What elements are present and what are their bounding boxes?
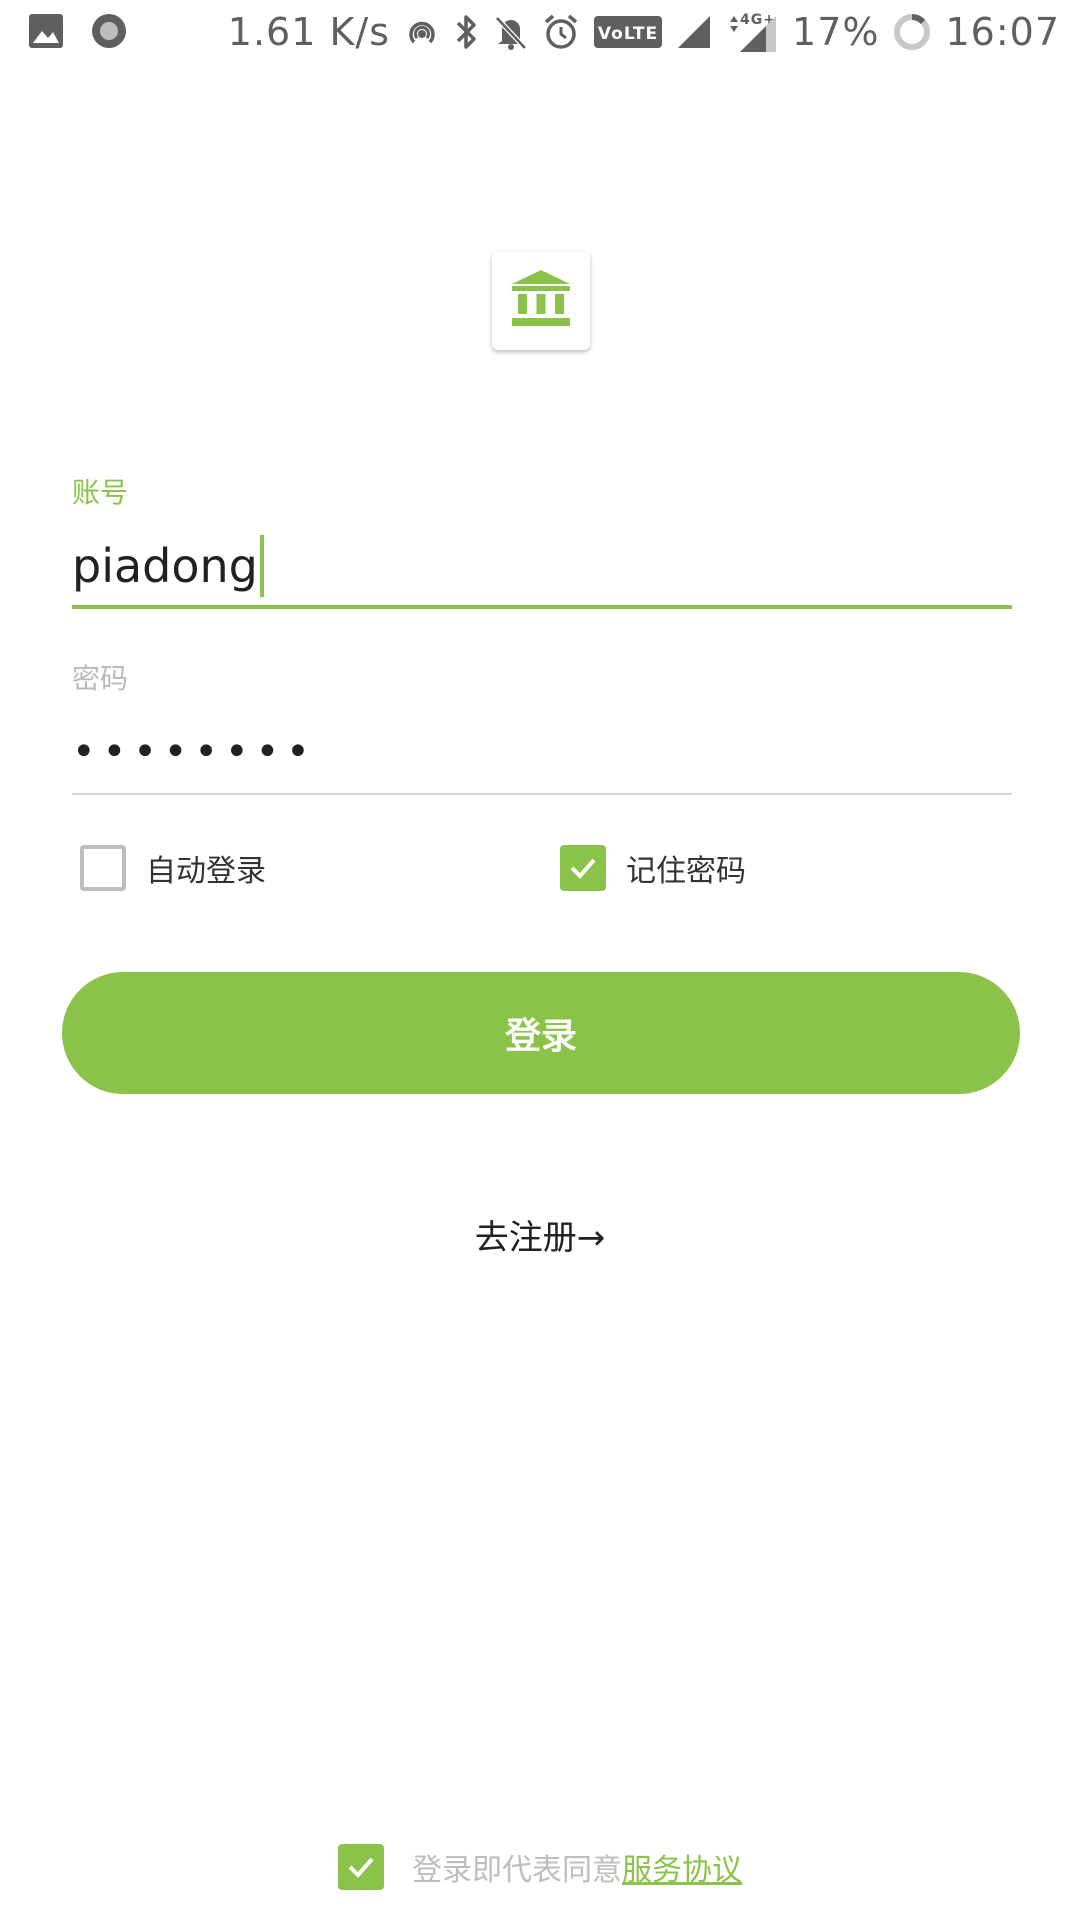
clock: 16:07	[945, 10, 1060, 54]
record-icon	[90, 12, 128, 50]
battery-icon	[893, 13, 931, 51]
password-field[interactable]: 密码 ••••••••	[72, 661, 1012, 795]
image-icon	[28, 13, 64, 49]
status-bar-right: 1.61 K/s VoLTE 4G+ 17% 16:07	[228, 8, 1060, 56]
account-field[interactable]: 账号 piadong	[72, 475, 1012, 609]
auto-login-checkbox[interactable]	[80, 845, 126, 891]
bluetooth-icon	[454, 13, 480, 51]
volte-icon: VoLTE	[594, 16, 663, 48]
status-bar-left	[28, 12, 128, 50]
4g-signal-icon: 4G+	[726, 10, 778, 54]
text-cursor	[259, 535, 264, 597]
agreement-row: 登录即代表同意 服务协议	[338, 1844, 742, 1890]
password-input[interactable]: ••••••••	[72, 717, 1012, 787]
hotspot-icon	[404, 14, 440, 50]
password-value: ••••••••	[72, 729, 317, 775]
svg-text:VoLTE: VoLTE	[598, 24, 658, 44]
login-button[interactable]: 登录	[62, 972, 1020, 1094]
signal-icon	[676, 14, 712, 50]
mute-icon	[494, 13, 528, 51]
bank-icon	[508, 266, 574, 336]
checkmark-icon	[348, 1857, 374, 1878]
account-input[interactable]: piadong	[72, 531, 1012, 601]
auto-login-label: 自动登录	[146, 854, 266, 889]
remember-password-checkbox[interactable]	[560, 845, 606, 891]
agreement-checkbox[interactable]	[338, 1844, 384, 1890]
agreement-text: 登录即代表同意	[412, 1853, 622, 1888]
alarm-icon	[542, 13, 580, 51]
account-value: piadong	[72, 539, 258, 593]
status-bar: 1.61 K/s VoLTE 4G+ 17% 16:07	[0, 0, 1080, 64]
account-underline	[72, 605, 1012, 609]
app-logo	[492, 252, 590, 350]
password-underline	[72, 793, 1012, 795]
checkmark-icon	[570, 858, 596, 879]
network-speed: 1.61 K/s	[227, 10, 391, 54]
register-link[interactable]: 去注册→	[0, 1210, 1080, 1259]
remember-password-label: 记住密码	[626, 854, 746, 889]
battery-percent: 17%	[792, 10, 880, 54]
auto-login-option[interactable]: 自动登录	[80, 845, 266, 891]
account-label: 账号	[72, 476, 129, 509]
password-label: 密码	[72, 662, 129, 695]
remember-password-option[interactable]: 记住密码	[560, 845, 746, 891]
service-agreement-link[interactable]: 服务协议	[622, 1845, 742, 1889]
